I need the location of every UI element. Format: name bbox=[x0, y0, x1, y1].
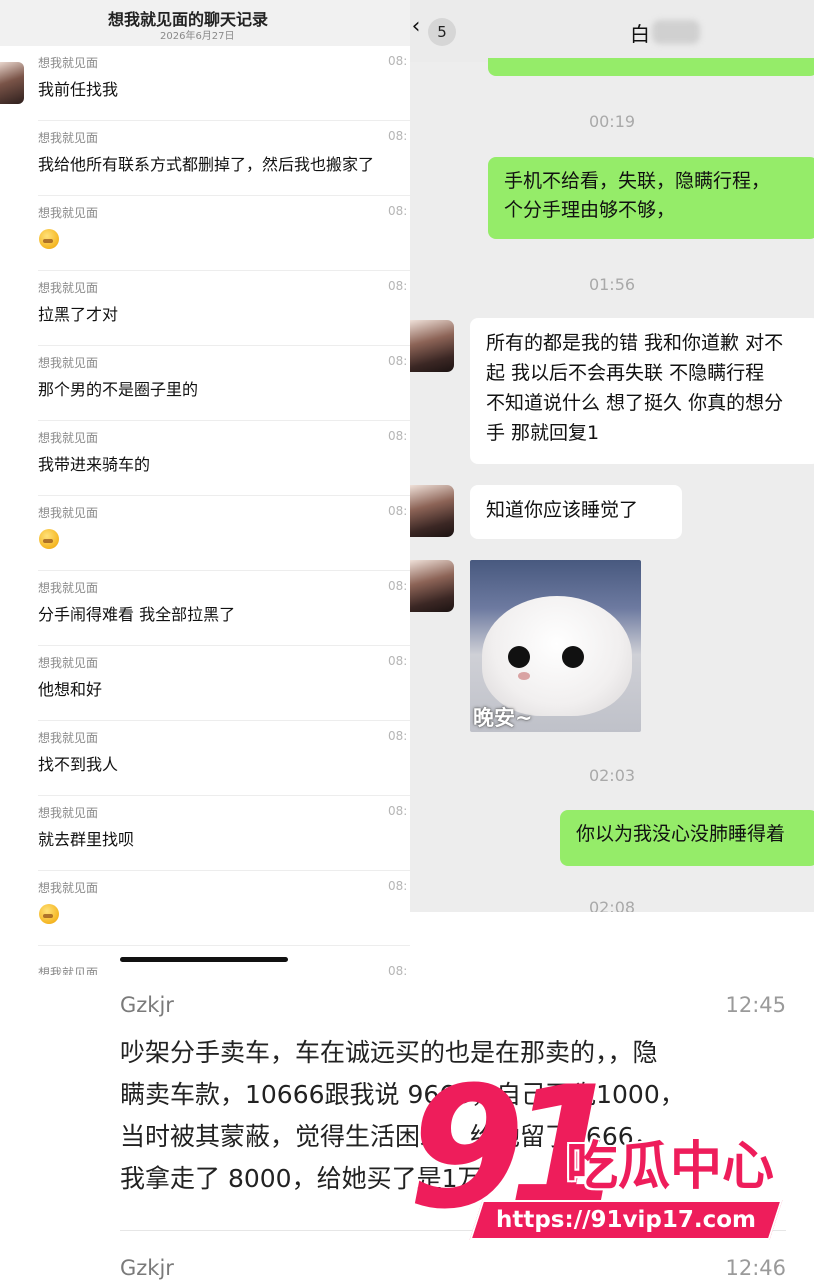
cat-eye bbox=[562, 646, 584, 668]
message-time: 08: bbox=[388, 964, 408, 975]
message-time: 08: bbox=[388, 654, 408, 668]
sender-name: 想我就见面 bbox=[38, 281, 99, 295]
list-item[interactable]: 想我就见面 08: bbox=[38, 196, 410, 271]
avatar[interactable] bbox=[410, 560, 454, 612]
message-timestamp: 01:56 bbox=[588, 275, 636, 294]
message-timestamp: 02:08 bbox=[588, 898, 636, 912]
list-item[interactable]: 想我就见面 08: 我带进来骑车的 bbox=[38, 421, 410, 496]
avatar[interactable] bbox=[410, 320, 454, 372]
message-text: 你以为我没心没肺睡得着 bbox=[576, 823, 786, 845]
sender-name: 想我就见面 bbox=[38, 581, 99, 595]
list-item[interactable]: 想我就见面 08: 就去群里找呗 bbox=[38, 796, 410, 871]
message-text: 我带进来骑车的 bbox=[38, 455, 151, 474]
list-item[interactable]: 想我就见面 08: 找不到我人 bbox=[38, 721, 410, 796]
message-time: 08: bbox=[388, 204, 408, 218]
message-text: 我前任找我 bbox=[38, 80, 119, 99]
comment-username[interactable]: Gzkjr bbox=[120, 1256, 174, 1280]
name-mosaic bbox=[652, 20, 700, 44]
message-line: 起 我以后不会再失联 不隐瞒行程 bbox=[486, 362, 765, 384]
watermark-logo-text: 吃瓜中心 bbox=[566, 1137, 775, 1197]
watermark-url-badge: https://91vip17.com bbox=[469, 1200, 783, 1240]
received-message-bubble[interactable]: 所有的都是我的错 我和你道歉 对不 起 我以后不会再失联 不隐瞒行程 不知道说什… bbox=[470, 318, 814, 464]
sender-name: 想我就见面 bbox=[38, 881, 99, 895]
sender-name: 想我就见面 bbox=[38, 806, 99, 820]
sticker-caption: 晚安~ bbox=[473, 706, 533, 730]
message-line: 手机不给看，失联，隐瞒行程， bbox=[504, 170, 771, 192]
list-item[interactable]: 想我就见面 08: bbox=[38, 871, 410, 946]
sent-message-bubble[interactable]: 手机不给看，失联，隐瞒行程， 个分手理由够不够， bbox=[488, 157, 814, 239]
list-item[interactable]: 想我就见面 08: 分手闹得难看 我全部拉黑了 bbox=[38, 571, 410, 646]
avatar[interactable] bbox=[0, 62, 24, 104]
message-time: 08: bbox=[388, 504, 408, 518]
sent-message-bubble[interactable] bbox=[488, 58, 814, 76]
facepalm-emoji-icon bbox=[39, 904, 59, 924]
chat-record-panel: 想我就见面的聊天记录 2026年6月27日 想我就见面 08: 我前任找我 想我… bbox=[0, 0, 410, 975]
cat-goodnight-sticker[interactable]: 晚安~ bbox=[470, 560, 641, 732]
sender-name: 想我就见面 bbox=[38, 356, 99, 370]
list-item[interactable]: 想我就见面 08: 我给他所有联系方式都删掉了，然后我也搬家了 bbox=[38, 121, 410, 196]
watermark-url: https://91vip17.com bbox=[495, 1207, 756, 1233]
message-line: 所有的都是我的错 我和你道歉 对不 bbox=[486, 332, 784, 354]
message-time: 08: bbox=[388, 879, 408, 893]
sender-name: 想我就见面 bbox=[38, 506, 99, 520]
message-text: 那个男的不是圈子里的 bbox=[38, 380, 199, 399]
comment-time: 12:46 bbox=[725, 1256, 786, 1280]
list-item[interactable]: 想我就见面 08: 拉黑了才对 bbox=[38, 271, 410, 346]
cat-eye bbox=[508, 646, 530, 668]
message-line: 个分手理由够不够， bbox=[504, 199, 676, 221]
sender-name: 想我就见面 bbox=[38, 731, 99, 745]
chevron-left-icon[interactable]: ‹ bbox=[410, 14, 428, 39]
sent-message-bubble[interactable]: 你以为我没心没肺睡得着 bbox=[560, 810, 814, 866]
message-text: 找不到我人 bbox=[38, 755, 119, 774]
sender-name: 想我就见面 bbox=[38, 131, 99, 145]
unread-count-badge[interactable]: 5 bbox=[428, 18, 456, 46]
chat-contact-name[interactable]: 白 bbox=[630, 18, 650, 47]
sender-name: 想我就见面 bbox=[38, 206, 99, 220]
chat-record-date: 2026年6月27日 bbox=[160, 31, 235, 42]
chat-header: ‹ 5 白 bbox=[410, 0, 814, 62]
message-time: 08: bbox=[388, 279, 408, 293]
message-text: 知道你应该睡觉了 bbox=[486, 499, 639, 521]
comment-time: 12:45 bbox=[725, 993, 786, 1017]
comment-username[interactable]: Gzkjr bbox=[120, 993, 174, 1017]
sender-name: 想我就见面 bbox=[38, 656, 99, 670]
avatar[interactable] bbox=[410, 485, 454, 537]
list-item[interactable]: 想我就见面 08: 他想和好 bbox=[38, 646, 410, 721]
message-text: 拉黑了才对 bbox=[38, 305, 119, 324]
message-timestamp: 02:03 bbox=[588, 766, 636, 785]
list-item[interactable]: 想我就见面 08: 我前任找我 bbox=[38, 46, 410, 121]
facepalm-emoji-icon bbox=[39, 529, 59, 549]
list-item[interactable]: 想我就见面 08: 那个男的不是圈子里的 bbox=[38, 346, 410, 421]
message-time: 08: bbox=[388, 129, 408, 143]
message-timestamp: 00:19 bbox=[588, 112, 636, 131]
home-indicator[interactable] bbox=[120, 957, 288, 962]
message-time: 08: bbox=[388, 354, 408, 368]
cat-face-shape bbox=[482, 596, 632, 716]
message-time: 08: bbox=[388, 729, 408, 743]
sender-name: 想我就见面 bbox=[38, 56, 99, 70]
sender-name: 想我就见面 bbox=[38, 966, 99, 975]
message-line: 不知道说什么 想了挺久 你真的想分 bbox=[486, 392, 784, 414]
message-text: 他想和好 bbox=[38, 680, 103, 699]
chat-record-header: 想我就见面的聊天记录 2026年6月27日 bbox=[0, 0, 410, 46]
message-line: 手 那就回复1 bbox=[486, 422, 600, 444]
sender-name: 想我就见面 bbox=[38, 431, 99, 445]
comment-item[interactable]: Gzkjr 12:46 bbox=[120, 1256, 786, 1280]
message-time: 08: bbox=[388, 54, 408, 68]
message-text: 分手闹得难看 我全部拉黑了 bbox=[38, 605, 236, 624]
received-message-bubble[interactable]: 知道你应该睡觉了 bbox=[470, 485, 682, 539]
message-text: 就去群里找呗 bbox=[38, 830, 135, 849]
message-time: 08: bbox=[388, 579, 408, 593]
list-item[interactable]: 想我就见面 08: bbox=[38, 496, 410, 571]
chat-screen: ‹ 5 白 00:19 手机不给看，失联，隐瞒行程， 个分手理由够不够， 01:… bbox=[410, 0, 814, 912]
facepalm-emoji-icon bbox=[39, 229, 59, 249]
message-time: 08: bbox=[388, 804, 408, 818]
cat-nose bbox=[518, 672, 530, 680]
message-text: 我给他所有联系方式都删掉了，然后我也搬家了 bbox=[38, 155, 375, 174]
message-time: 08: bbox=[388, 429, 408, 443]
